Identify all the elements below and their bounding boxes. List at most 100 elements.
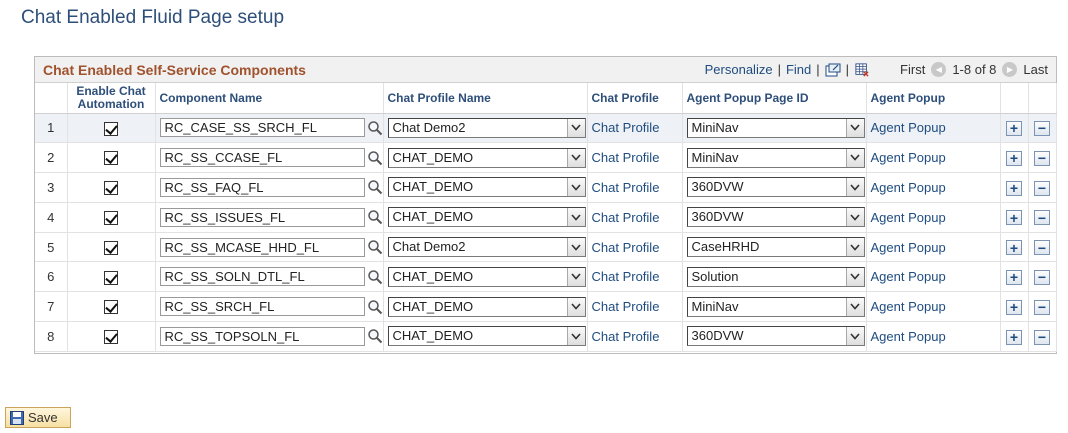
dropdown-button[interactable] [566, 208, 585, 227]
magnifier-icon[interactable] [367, 150, 383, 166]
dropdown-button[interactable] [845, 148, 864, 167]
enable-chat-checkbox[interactable] [104, 240, 118, 255]
component-name-input[interactable]: RC_SS_ISSUES_FL [159, 207, 365, 227]
magnifier-icon[interactable] [367, 209, 383, 225]
agent-popup-link[interactable]: Agent Popup [871, 120, 946, 135]
enable-chat-checkbox[interactable] [104, 270, 118, 285]
component-name-input[interactable]: RC_SS_CCASE_FL [159, 148, 365, 168]
chat-profile-link[interactable]: Chat Profile [592, 269, 660, 284]
chat-profile-name-select[interactable]: CHAT_DEMO [387, 177, 586, 198]
chat-profile-name-select[interactable]: CHAT_DEMO [387, 266, 586, 287]
personalize-link[interactable]: Personalize [705, 62, 773, 77]
dropdown-button[interactable] [566, 238, 585, 257]
dropdown-button[interactable] [566, 178, 585, 197]
add-row-button[interactable]: + [1006, 210, 1022, 226]
remove-row-button[interactable]: − [1034, 240, 1050, 256]
remove-row-button[interactable]: − [1034, 299, 1050, 315]
add-row-button[interactable]: + [1006, 180, 1022, 196]
remove-row-cell: − [1028, 291, 1057, 323]
agent-popup-page-id-select[interactable]: Solution [686, 266, 865, 287]
chat-profile-link[interactable]: Chat Profile [592, 120, 660, 135]
agent-popup-link[interactable]: Agent Popup [871, 329, 946, 344]
component-name-input[interactable]: RC_SS_SRCH_FL [159, 297, 365, 317]
dropdown-button[interactable] [845, 327, 864, 346]
agent-popup-page-id-select[interactable]: MiniNav [686, 296, 865, 317]
dropdown-button[interactable] [566, 118, 585, 137]
magnifier-icon[interactable] [367, 239, 383, 255]
enable-chat-checkbox[interactable] [104, 121, 118, 136]
dropdown-button[interactable] [845, 178, 864, 197]
agent-popup-page-id-select[interactable]: 360DVW [686, 326, 865, 347]
add-row-button[interactable]: + [1006, 269, 1022, 285]
remove-row-button[interactable]: − [1034, 269, 1050, 285]
magnifier-icon[interactable] [367, 299, 383, 315]
chat-profile-name-select[interactable]: Chat Demo2 [387, 237, 586, 258]
agent-popup-link[interactable]: Agent Popup [871, 180, 946, 195]
dropdown-button[interactable] [566, 327, 585, 346]
add-row-button[interactable]: + [1006, 299, 1022, 315]
enable-chat-checkbox[interactable] [104, 181, 118, 196]
magnifier-icon[interactable] [367, 179, 383, 195]
magnifier-icon[interactable] [367, 120, 383, 136]
enable-chat-checkbox[interactable] [104, 300, 118, 315]
component-name-input[interactable]: RC_SS_FAQ_FL [159, 177, 365, 197]
dropdown-button[interactable] [566, 297, 585, 316]
remove-row-cell: − [1028, 232, 1057, 263]
agent-popup-link[interactable]: Agent Popup [871, 210, 946, 225]
agent-popup-link[interactable]: Agent Popup [871, 150, 946, 165]
remove-row-cell: − [1028, 321, 1057, 352]
chat-profile-name-select[interactable]: CHAT_DEMO [387, 296, 586, 317]
agent-popup-link[interactable]: Agent Popup [871, 299, 946, 314]
agent-popup-page-id-select[interactable]: 360DVW [686, 207, 865, 228]
remove-row-button[interactable]: − [1034, 329, 1050, 345]
agent-popup-link[interactable]: Agent Popup [871, 240, 946, 255]
add-row-button[interactable]: + [1006, 150, 1022, 166]
remove-row-button[interactable]: − [1034, 120, 1050, 136]
find-link[interactable]: Find [786, 62, 811, 77]
enable-chat-checkbox[interactable] [104, 330, 118, 345]
chat-profile-link[interactable]: Chat Profile [592, 210, 660, 225]
agent-popup-page-id-select[interactable]: 360DVW [686, 177, 865, 198]
chat-profile-link[interactable]: Chat Profile [592, 150, 660, 165]
chat-profile-link[interactable]: Chat Profile [592, 240, 660, 255]
remove-row-button[interactable]: − [1034, 180, 1050, 196]
chat-profile-link[interactable]: Chat Profile [592, 180, 660, 195]
add-row-button[interactable]: + [1006, 120, 1022, 136]
remove-column-header [1028, 83, 1057, 114]
magnifier-icon[interactable] [367, 328, 383, 344]
magnifier-icon[interactable] [367, 269, 383, 285]
first-label[interactable]: First [900, 62, 925, 77]
dropdown-button[interactable] [845, 208, 864, 227]
grid-header: Chat Enabled Self-Service Components Per… [35, 57, 1056, 83]
agent-popup-page-id-select[interactable]: MiniNav [686, 147, 865, 168]
dropdown-button[interactable] [845, 238, 864, 257]
component-name-input[interactable]: RC_CASE_SS_SRCH_FL [159, 118, 365, 138]
dropdown-button[interactable] [845, 297, 864, 316]
enable-chat-checkbox[interactable] [104, 211, 118, 226]
remove-row-button[interactable]: − [1034, 150, 1050, 166]
agent-popup-page-id-select[interactable]: CaseHRHD [686, 237, 865, 258]
chat-profile-name-select[interactable]: CHAT_DEMO [387, 326, 586, 347]
component-name-input[interactable]: RC_SS_TOPSOLN_FL [159, 326, 365, 346]
chat-profile-link[interactable]: Chat Profile [592, 329, 660, 344]
chat-profile-name-select[interactable]: CHAT_DEMO [387, 147, 586, 168]
dropdown-button[interactable] [566, 148, 585, 167]
component-name-input[interactable]: RC_SS_SOLN_DTL_FL [159, 267, 365, 287]
dropdown-button[interactable] [845, 118, 864, 137]
chat-profile-name-select[interactable]: CHAT_DEMO [387, 207, 586, 228]
add-row-button[interactable]: + [1006, 240, 1022, 256]
remove-row-button[interactable]: − [1034, 210, 1050, 226]
new-window-icon[interactable] [825, 63, 841, 77]
enable-chat-checkbox[interactable] [104, 151, 118, 166]
chat-profile-link[interactable]: Chat Profile [592, 299, 660, 314]
agent-popup-page-id-select[interactable]: MiniNav [686, 117, 865, 138]
last-label[interactable]: Last [1023, 62, 1048, 77]
spreadsheet-download-icon[interactable] [854, 62, 870, 77]
add-row-button[interactable]: + [1006, 329, 1022, 345]
dropdown-button[interactable] [845, 267, 864, 286]
dropdown-button[interactable] [566, 267, 585, 286]
save-button[interactable]: Save [5, 407, 71, 428]
chat-profile-name-select[interactable]: Chat Demo2 [387, 117, 586, 138]
agent-popup-link[interactable]: Agent Popup [871, 269, 946, 284]
component-name-input[interactable]: RC_SS_MCASE_HHD_FL [159, 237, 365, 257]
